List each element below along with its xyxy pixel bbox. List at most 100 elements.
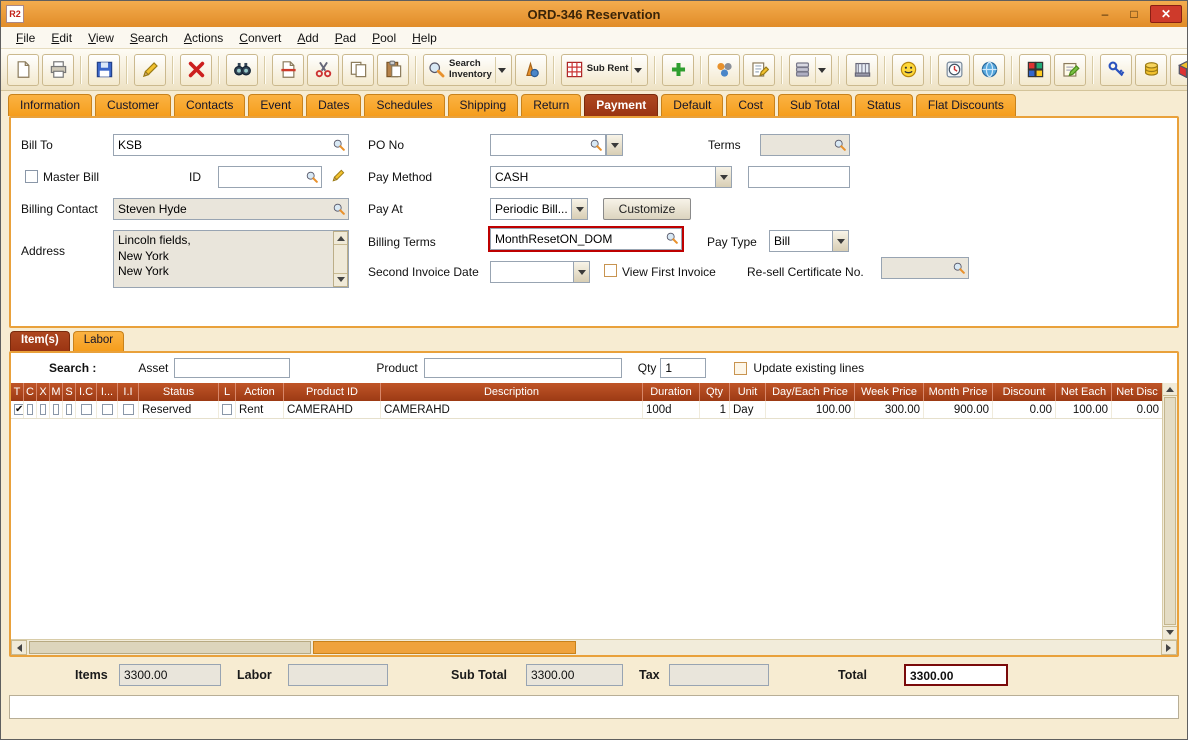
- search-icon[interactable]: [305, 170, 319, 184]
- column-header-month-price[interactable]: Month Price: [924, 383, 993, 401]
- row-checkbox[interactable]: [53, 404, 59, 415]
- search-icon[interactable]: [952, 261, 966, 275]
- tab-cost[interactable]: Cost: [726, 94, 775, 116]
- toolbar-button-key-link[interactable]: [1100, 54, 1132, 86]
- address-scrollbar[interactable]: [333, 231, 348, 287]
- search-icon[interactable]: [589, 138, 603, 152]
- scroll-down-arrow[interactable]: [334, 273, 347, 286]
- column-header-t[interactable]: T: [11, 383, 24, 401]
- chevron-down-icon[interactable]: [571, 198, 588, 220]
- toolbar-button-search-inventory[interactable]: SearchInventory: [423, 54, 512, 86]
- column-header-description[interactable]: Description: [381, 383, 643, 401]
- chevron-down-icon[interactable]: [573, 261, 590, 283]
- qty-input[interactable]: [660, 358, 706, 378]
- toolbar-button-new-document[interactable]: [7, 54, 39, 86]
- chevron-down-icon[interactable]: [631, 57, 644, 83]
- chevron-down-icon[interactable]: [495, 57, 508, 83]
- search-icon[interactable]: [332, 138, 346, 152]
- tab-contacts[interactable]: Contacts: [174, 94, 245, 116]
- search-icon[interactable]: [665, 231, 679, 245]
- tab-payment[interactable]: Payment: [584, 94, 658, 116]
- toolbar-button-cut[interactable]: [307, 54, 339, 86]
- edit-id-button[interactable]: [327, 166, 349, 188]
- scroll-right-arrow[interactable]: [1161, 640, 1177, 655]
- scroll-up-arrow[interactable]: [1163, 383, 1177, 396]
- toolbar-button-report[interactable]: [846, 54, 878, 86]
- column-header-i-c[interactable]: I.C: [76, 383, 97, 401]
- toolbar-button-sub-rent[interactable]: Sub Rent: [561, 54, 649, 86]
- bill-to-input[interactable]: [113, 134, 349, 156]
- toolbar-button-edit-note[interactable]: [743, 54, 775, 86]
- chevron-down-icon[interactable]: [815, 57, 828, 83]
- menu-item-pool[interactable]: Pool: [365, 29, 403, 47]
- tab-flat-discounts[interactable]: Flat Discounts: [916, 94, 1016, 116]
- column-header-duration[interactable]: Duration: [643, 383, 700, 401]
- row-checkbox[interactable]: [102, 404, 113, 415]
- toolbar-button-pad-stack[interactable]: [789, 54, 832, 86]
- row-checkbox[interactable]: [40, 404, 46, 415]
- row-checkbox[interactable]: [81, 404, 92, 415]
- pay-method-extra-input[interactable]: [748, 166, 850, 188]
- column-header-i-i[interactable]: I.I: [118, 383, 139, 401]
- tab-shipping[interactable]: Shipping: [448, 94, 519, 116]
- table-row[interactable]: ✔ReservedRentCAMERAHDCAMERAHD100d1Day100…: [11, 401, 1162, 419]
- toolbar-button-edit[interactable]: [134, 54, 166, 86]
- scroll-down-arrow[interactable]: [1163, 626, 1177, 639]
- row-checkbox[interactable]: ✔: [14, 404, 24, 415]
- tab-default[interactable]: Default: [661, 94, 723, 116]
- pay-at-value[interactable]: [490, 198, 571, 220]
- pay-type-combo[interactable]: [769, 230, 849, 252]
- tab-item-s[interactable]: Item(s): [10, 331, 70, 351]
- tab-return[interactable]: Return: [521, 94, 581, 116]
- menu-item-search[interactable]: Search: [123, 29, 175, 47]
- scroll-up-arrow[interactable]: [334, 232, 347, 245]
- chevron-down-icon[interactable]: [606, 134, 623, 156]
- column-header-s[interactable]: S: [63, 383, 76, 401]
- pay-method-combo[interactable]: [490, 166, 732, 188]
- menu-item-file[interactable]: File: [9, 29, 42, 47]
- tab-labor[interactable]: Labor: [73, 331, 124, 351]
- column-header-status[interactable]: Status: [139, 383, 219, 401]
- row-checkbox[interactable]: [27, 404, 33, 415]
- menu-item-pad[interactable]: Pad: [328, 29, 363, 47]
- column-header-net-each[interactable]: Net Each: [1056, 383, 1112, 401]
- update-existing-lines-checkbox[interactable]: [734, 362, 747, 375]
- menu-item-help[interactable]: Help: [405, 29, 444, 47]
- toolbar-button-delete[interactable]: [180, 54, 212, 86]
- toolbar-button-smiley[interactable]: [892, 54, 924, 86]
- column-header-day-each-price[interactable]: Day/Each Price: [766, 383, 855, 401]
- menu-item-view[interactable]: View: [81, 29, 121, 47]
- minimize-button[interactable]: –: [1092, 5, 1118, 23]
- tab-event[interactable]: Event: [248, 94, 303, 116]
- toolbar-button-cut-row[interactable]: [272, 54, 304, 86]
- horizontal-scroll-thumb[interactable]: [29, 641, 311, 654]
- toolbar-button-paste[interactable]: [377, 54, 409, 86]
- tab-customer[interactable]: Customer: [95, 94, 171, 116]
- tab-information[interactable]: Information: [8, 94, 92, 116]
- second-invoice-date-combo[interactable]: [490, 261, 590, 283]
- maximize-button[interactable]: □: [1121, 5, 1147, 23]
- scroll-left-arrow[interactable]: [11, 640, 27, 655]
- menu-item-edit[interactable]: Edit: [44, 29, 79, 47]
- second-invoice-date-value[interactable]: [490, 261, 573, 283]
- row-checkbox[interactable]: [222, 404, 232, 415]
- toolbar-button-write-note[interactable]: [1054, 54, 1086, 86]
- address-textarea[interactable]: Lincoln fields, New York New York: [113, 230, 349, 288]
- pay-type-value[interactable]: [769, 230, 832, 252]
- toolbar-button-globe[interactable]: [973, 54, 1005, 86]
- vertical-scroll-thumb[interactable]: [1164, 397, 1176, 625]
- toolbar-button-print[interactable]: [42, 54, 74, 86]
- menu-item-convert[interactable]: Convert: [232, 29, 288, 47]
- toolbar-button-add[interactable]: [662, 54, 694, 86]
- toolbar-button-find[interactable]: [226, 54, 258, 86]
- row-checkbox[interactable]: [66, 404, 72, 415]
- toolbar-button-coins[interactable]: [1135, 54, 1167, 86]
- asset-input[interactable]: [174, 358, 290, 378]
- column-header-c[interactable]: C: [24, 383, 37, 401]
- tab-status[interactable]: Status: [855, 94, 913, 116]
- column-header-i[interactable]: I...: [97, 383, 118, 401]
- search-icon[interactable]: [332, 202, 346, 216]
- horizontal-scrollbar[interactable]: [11, 639, 1177, 655]
- menu-item-actions[interactable]: Actions: [177, 29, 230, 47]
- menu-item-add[interactable]: Add: [290, 29, 325, 47]
